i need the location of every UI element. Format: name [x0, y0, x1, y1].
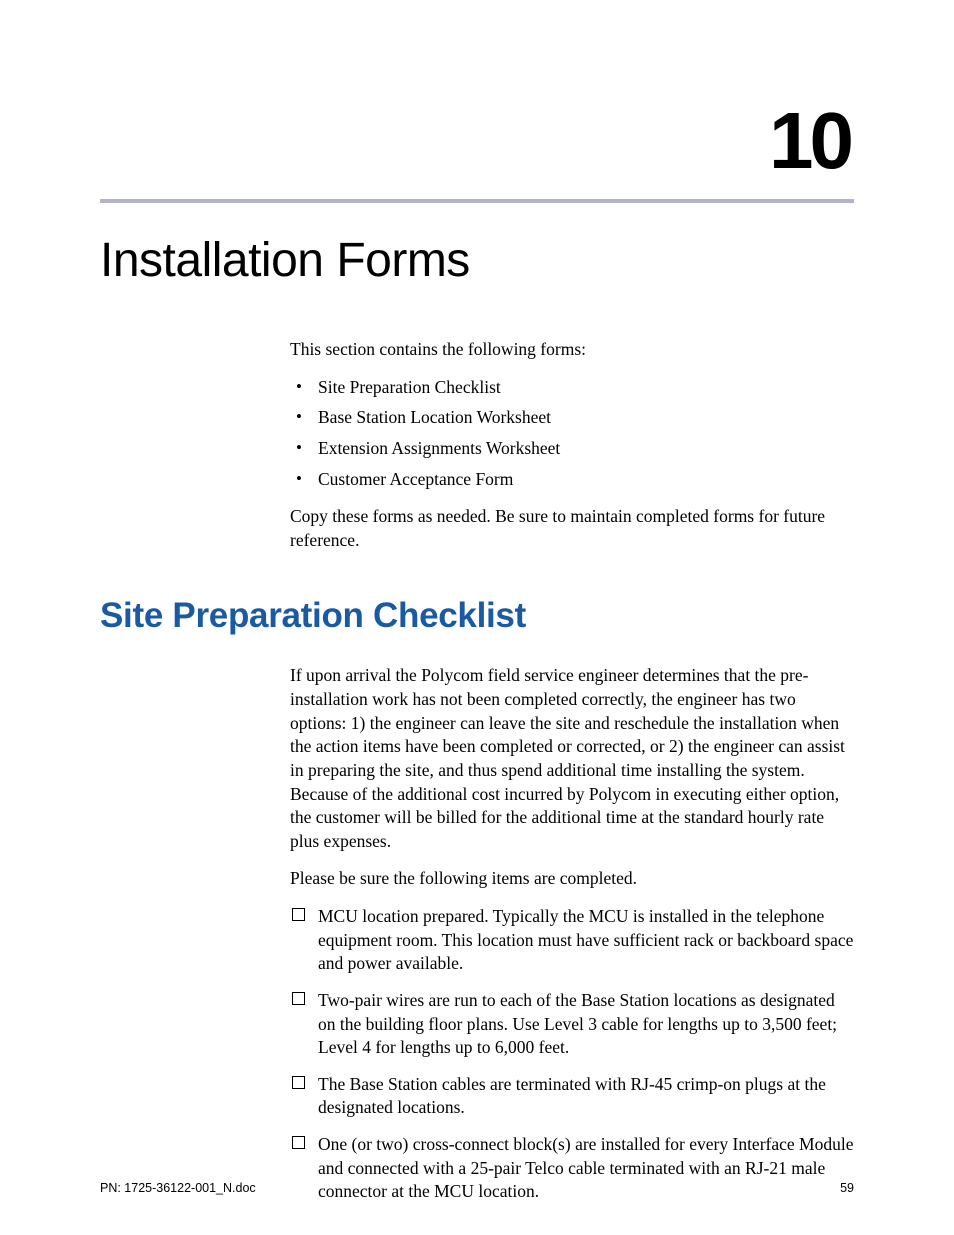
intro-list-item: Base Station Location Worksheet	[290, 406, 854, 430]
intro-followup: Copy these forms as needed. Be sure to m…	[290, 505, 854, 552]
intro-block: This section contains the following form…	[290, 338, 854, 552]
section-block: If upon arrival the Polycom field servic…	[290, 664, 854, 1204]
checklist-item: Two-pair wires are run to each of the Ba…	[290, 989, 854, 1060]
chapter-number: 10	[100, 95, 854, 187]
intro-lead: This section contains the following form…	[290, 338, 854, 362]
checkbox-icon	[292, 1136, 305, 1149]
checklist-text: Two-pair wires are run to each of the Ba…	[318, 990, 837, 1057]
section-para2: Please be sure the following items are c…	[290, 867, 854, 891]
footer-doc-id: PN: 1725-36122-001_N.doc	[100, 1181, 256, 1195]
checklist-text: MCU location prepared. Typically the MCU…	[318, 906, 853, 973]
intro-list-item: Extension Assignments Worksheet	[290, 437, 854, 461]
chapter-title: Installation Forms	[100, 233, 854, 288]
checkbox-icon	[292, 908, 305, 921]
intro-list-item: Customer Acceptance Form	[290, 468, 854, 492]
intro-list-item: Site Preparation Checklist	[290, 376, 854, 400]
section-para1: If upon arrival the Polycom field servic…	[290, 664, 854, 853]
checkbox-icon	[292, 992, 305, 1005]
checklist: MCU location prepared. Typically the MCU…	[290, 905, 854, 1204]
page-footer: PN: 1725-36122-001_N.doc 59	[100, 1181, 854, 1195]
checkbox-icon	[292, 1076, 305, 1089]
checklist-text: The Base Station cables are terminated w…	[318, 1074, 826, 1118]
section-heading: Site Preparation Checklist	[100, 596, 854, 636]
intro-list: Site Preparation Checklist Base Station …	[290, 376, 854, 492]
checklist-item: MCU location prepared. Typically the MCU…	[290, 905, 854, 976]
chapter-rule	[100, 199, 854, 203]
checklist-item: The Base Station cables are terminated w…	[290, 1073, 854, 1120]
footer-page-number: 59	[840, 1181, 854, 1195]
